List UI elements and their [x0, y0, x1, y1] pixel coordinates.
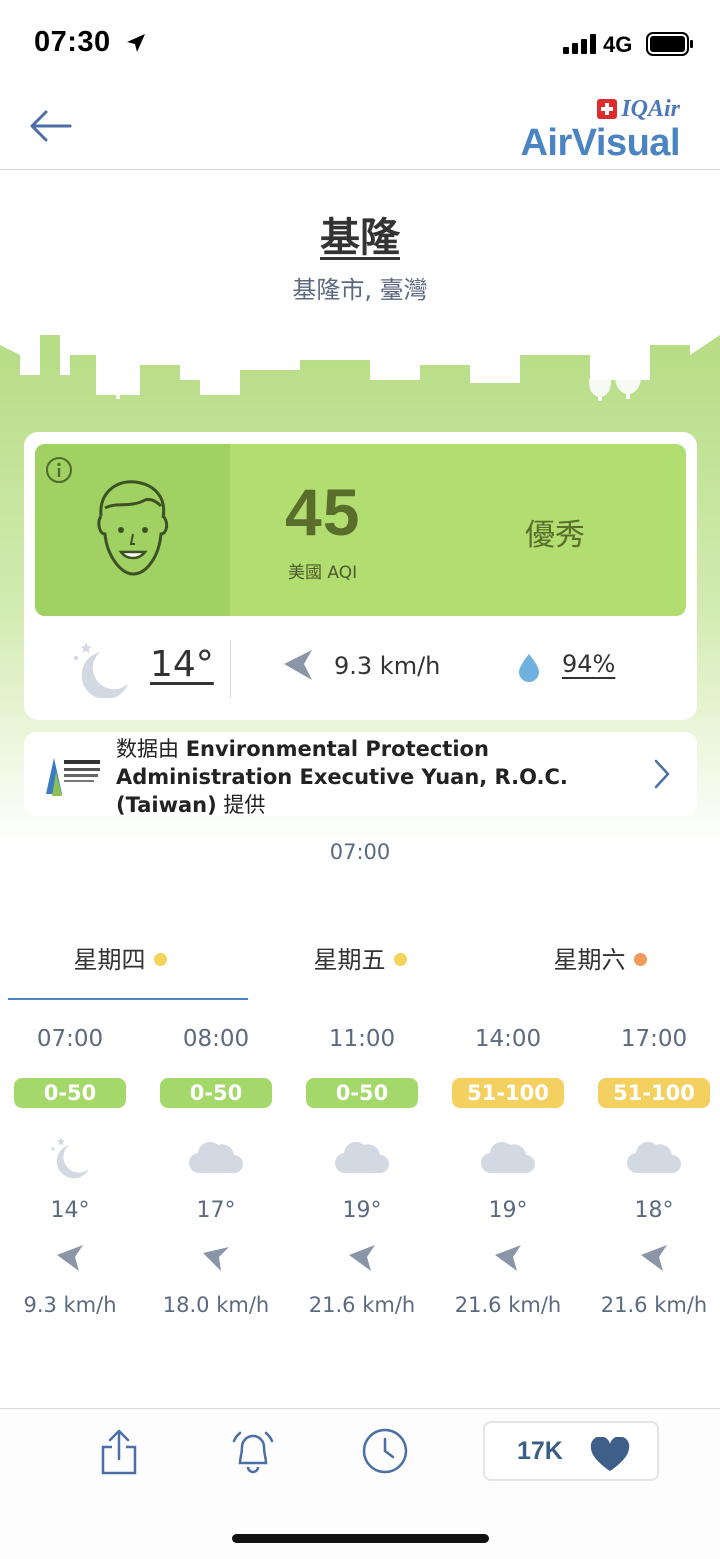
- humidity-drop-icon: [519, 654, 539, 682]
- wind-direction-icon: [203, 1247, 229, 1271]
- hour-time: 11:00: [328, 1026, 396, 1052]
- hour-temperature: 14°: [50, 1198, 90, 1223]
- aqi-range-badge: 0-50: [14, 1078, 126, 1108]
- region-label: 基隆市, 臺灣: [292, 276, 428, 304]
- hour-wind: 21.6 km/h: [454, 1293, 562, 1317]
- hour-temperature: 19°: [488, 1198, 528, 1223]
- favorite-button[interactable]: 17K: [483, 1421, 659, 1481]
- moon-icon: [51, 1137, 89, 1179]
- brand-top: IQAir: [621, 95, 680, 122]
- day-tabs: 星期四 星期五 星期六: [0, 940, 720, 1000]
- aqi-dot: [633, 952, 647, 966]
- updated-time: 07:00: [329, 840, 391, 864]
- info-icon[interactable]: [45, 456, 73, 484]
- hour-wind: 21.6 km/h: [308, 1293, 416, 1317]
- data-source-text: 数据由 Environmental Protection Administrat…: [116, 737, 568, 817]
- tab-thursday[interactable]: 星期四: [0, 940, 240, 1000]
- current-weather-row: 14° 9.3 km/h 94%: [24, 630, 697, 706]
- hour-temperature: 18°: [634, 1198, 674, 1223]
- epa-logo: [32, 738, 106, 810]
- hour-wind: 18.0 km/h: [162, 1293, 270, 1317]
- wind-direction-icon: [57, 1245, 83, 1271]
- bell-icon[interactable]: [228, 1427, 278, 1477]
- clock-icon[interactable]: [361, 1427, 409, 1475]
- hourly-item: 07:00 0-50 14° 9.3 km/h: [0, 1026, 143, 1317]
- city-title: 基隆: [320, 215, 400, 261]
- back-arrow-icon[interactable]: [28, 106, 74, 146]
- signal-icon: [563, 34, 596, 54]
- hour-time: 08:00: [182, 1026, 250, 1052]
- cloud-icon: [188, 1141, 243, 1174]
- aqi-unit-label: 美國 AQI: [288, 563, 358, 583]
- selected-tab-indicator: [8, 998, 248, 1000]
- status-bar: 07:30 4G: [0, 0, 720, 88]
- wind-direction-icon: [284, 650, 312, 680]
- favorite-count: 17K: [517, 1437, 563, 1465]
- cloud-icon: [626, 1141, 681, 1174]
- tab-friday[interactable]: 星期五: [240, 940, 480, 1000]
- tab-saturday[interactable]: 星期六: [480, 940, 720, 1000]
- hourly-item: 08:00 0-50 17° 18.0 km/h: [143, 1026, 289, 1317]
- location-arrow-icon: [127, 34, 145, 52]
- cloud-icon: [334, 1141, 389, 1174]
- home-indicator: [232, 1534, 489, 1543]
- aqi-card[interactable]: 45 美國 AQI 優秀 14° 9.3 km/h 94%: [24, 432, 697, 720]
- aqi-range-badge: 0-50: [306, 1078, 418, 1108]
- hour-wind: 9.3 km/h: [23, 1293, 117, 1317]
- hour-temperature: 17°: [196, 1198, 236, 1223]
- current-humidity: 94%: [562, 650, 616, 678]
- divider: [230, 640, 231, 698]
- hour-wind: 21.6 km/h: [600, 1293, 708, 1317]
- share-icon[interactable]: [98, 1427, 140, 1477]
- brand-bottom: AirVisual: [520, 122, 680, 164]
- hour-time: 14:00: [474, 1026, 542, 1052]
- hourly-item: 17:00 51-100 18° 21.6 km/h: [581, 1026, 720, 1317]
- hourly-item: 11:00 0-50 19° 21.6 km/h: [289, 1026, 435, 1317]
- moon-icon: [74, 642, 128, 698]
- current-temperature: 14°: [150, 644, 214, 685]
- wind-direction-icon: [349, 1245, 375, 1271]
- nav-bar: IQAir AirVisual: [0, 88, 720, 170]
- data-source-card[interactable]: 数据由 Environmental Protection Administrat…: [24, 732, 697, 817]
- aqi-dot: [153, 952, 167, 966]
- aqi-value: 45: [285, 475, 361, 549]
- battery-icon: [646, 32, 693, 56]
- aqi-range-badge: 0-50: [160, 1078, 272, 1108]
- aqi-range-badge: 51-100: [598, 1078, 710, 1108]
- current-wind: 9.3 km/h: [334, 652, 441, 680]
- aqi-panel: 45 美國 AQI 優秀: [35, 444, 686, 616]
- smiley-face-icon: [97, 480, 169, 576]
- heart-icon: [590, 1437, 630, 1471]
- wind-direction-icon: [641, 1245, 667, 1271]
- chevron-right-icon[interactable]: [653, 758, 671, 790]
- aqi-status: 優秀: [525, 518, 585, 553]
- aqi-dot: [393, 952, 407, 966]
- status-time: 07:30: [34, 26, 111, 58]
- hour-temperature: 19°: [342, 1198, 382, 1223]
- network-label: 4G: [603, 32, 633, 57]
- aqi-range-badge: 51-100: [452, 1078, 564, 1108]
- face-panel: [35, 444, 230, 616]
- airvisual-logo: IQAir AirVisual: [510, 95, 680, 165]
- cloud-icon: [480, 1141, 535, 1174]
- swiss-flag-icon: [597, 99, 618, 119]
- hour-time: 07:00: [36, 1026, 104, 1052]
- hour-time: 17:00: [620, 1026, 688, 1052]
- wind-direction-icon: [495, 1245, 521, 1271]
- hourly-item: 14:00 51-100 19° 21.6 km/h: [435, 1026, 581, 1317]
